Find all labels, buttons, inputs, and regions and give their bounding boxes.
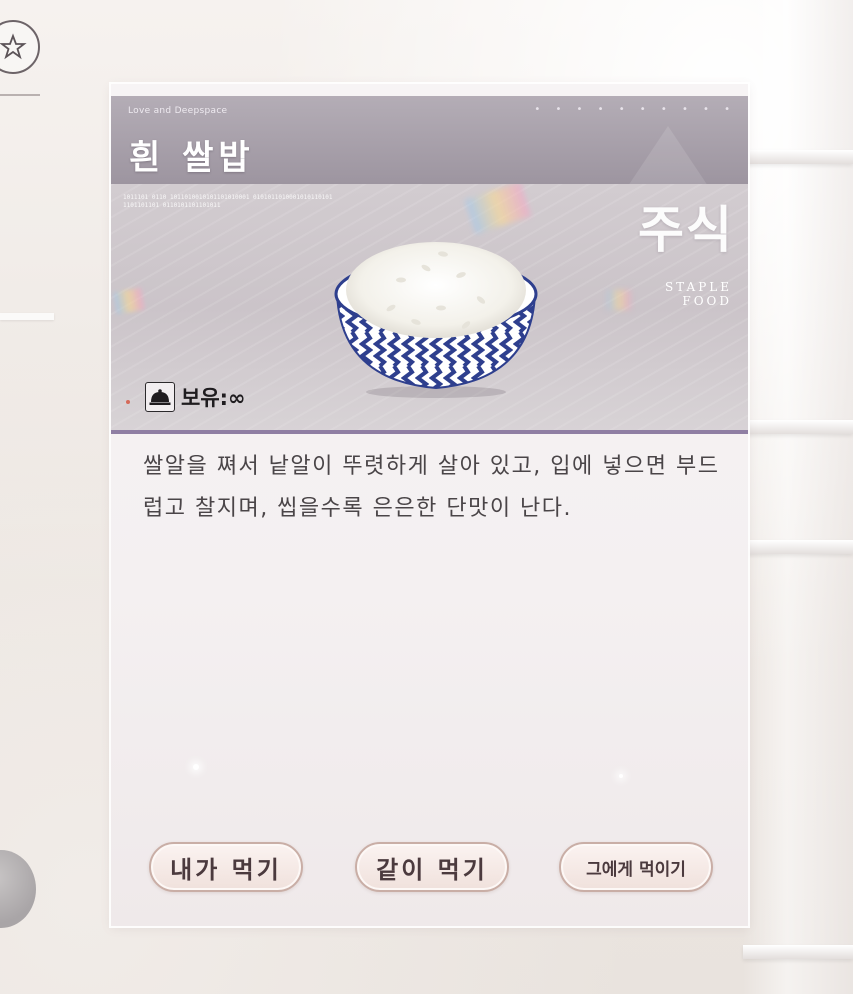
owned-count: 보유:∞ xyxy=(145,382,246,412)
category-subtitle: STAPLE FOOD xyxy=(664,280,732,308)
sparkle-decoration xyxy=(193,764,199,770)
item-name: 흰 쌀밥 xyxy=(129,138,255,178)
rice-bowl-image xyxy=(331,230,541,400)
item-image-area: 1011101 0110 1011010010101101010001 0101… xyxy=(111,184,748,432)
left-menu-circle-button[interactable] xyxy=(0,20,40,74)
fridge-shelf xyxy=(743,420,853,434)
fridge-shelf xyxy=(743,540,853,554)
binary-decoration: 1011101 0110 1011010010101101010001 0101… xyxy=(123,194,333,209)
cloche-icon xyxy=(145,382,175,412)
action-buttons: 내가 먹기 같이 먹기 그에게 먹이기 xyxy=(111,842,748,902)
prism-glare xyxy=(113,287,145,315)
header-dots-decoration: • • • • • • • • • • xyxy=(534,104,736,115)
prism-glare xyxy=(464,184,532,235)
header-triangle-decoration xyxy=(628,126,708,184)
prism-glare xyxy=(607,290,631,310)
item-description: 쌀알을 쪄서 낱알이 뚜렷하게 살아 있고, 입에 넣으면 부드럽고 찰지며, … xyxy=(143,454,720,521)
left-divider xyxy=(0,94,40,96)
category-title: 주식 xyxy=(638,201,734,259)
left-shelf xyxy=(0,313,54,320)
fridge-door-panel xyxy=(743,0,853,994)
fridge-shelf xyxy=(743,945,853,959)
eat-myself-button[interactable]: 내가 먹기 xyxy=(149,842,303,892)
accent-divider xyxy=(111,430,748,434)
fridge-shelf xyxy=(743,150,853,164)
star-icon xyxy=(0,33,27,60)
card-header: Love and Deepspace • • • • • • • • • • 흰… xyxy=(111,96,748,184)
left-round-handle[interactable] xyxy=(0,850,36,928)
eat-together-button[interactable]: 같이 먹기 xyxy=(355,842,509,892)
food-item-card: Love and Deepspace • • • • • • • • • • 흰… xyxy=(111,84,748,926)
feed-him-button[interactable]: 그에게 먹이기 xyxy=(559,842,713,892)
owned-label: 보유:∞ xyxy=(181,386,246,410)
brand-label: Love and Deepspace xyxy=(128,106,228,116)
red-dot-marker xyxy=(126,400,130,404)
sparkle-decoration xyxy=(619,774,623,778)
